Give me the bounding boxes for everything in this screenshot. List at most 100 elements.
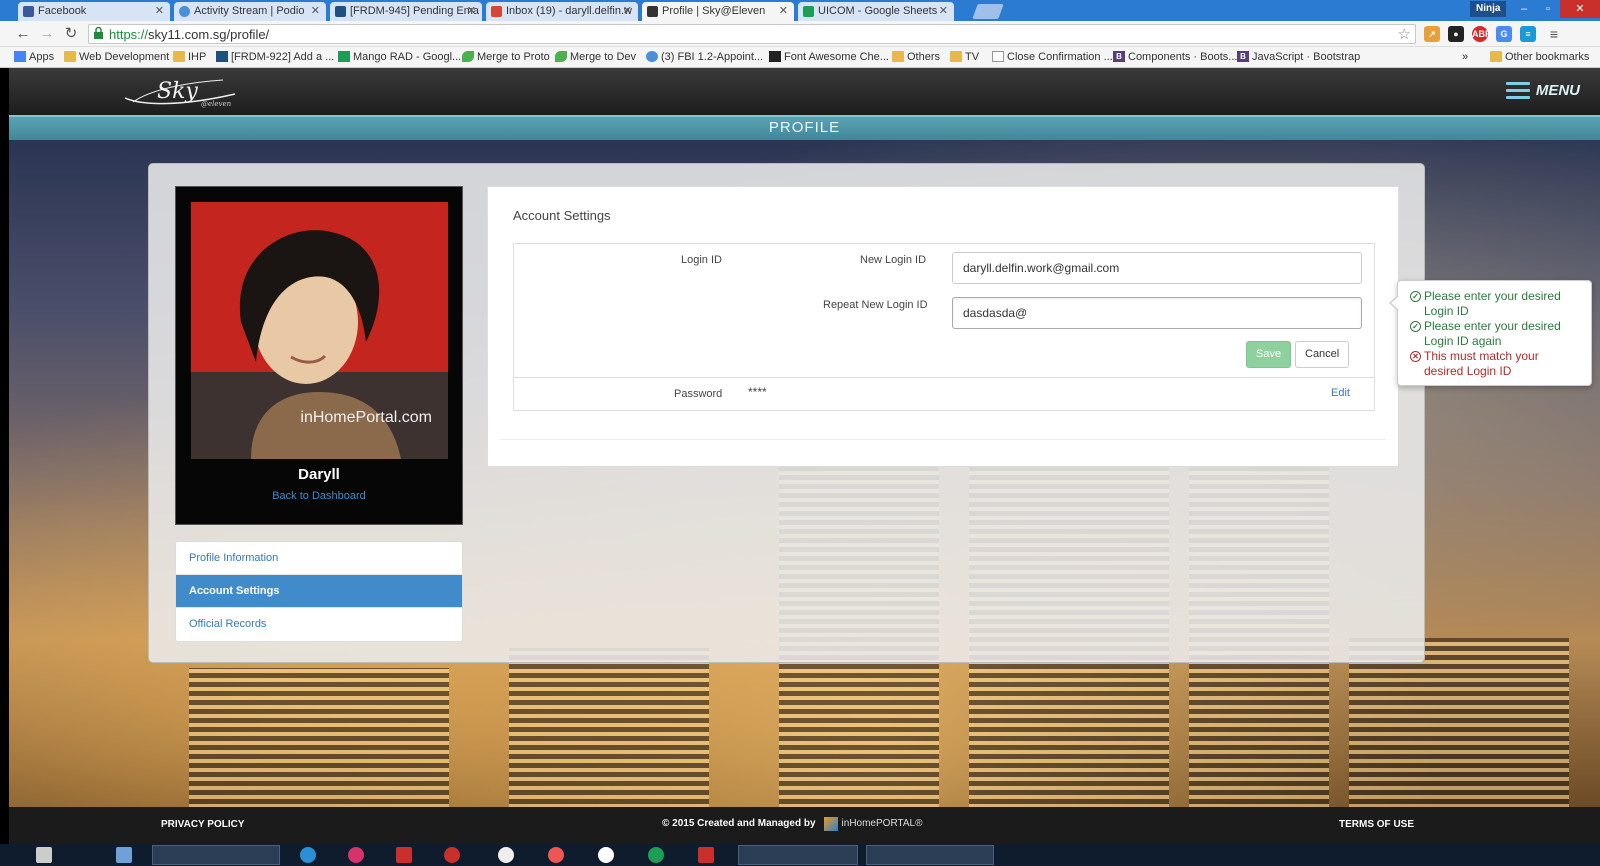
bookmark-merge-to-dev[interactable]: Merge to Dev: [555, 51, 636, 63]
close-icon[interactable]: ✕: [939, 2, 948, 21]
leaf-icon: [555, 51, 567, 62]
bookmark-font-awesome[interactable]: Font Awesome Che...: [769, 51, 889, 63]
bookmark-frdm-922[interactable]: [FRDM-922] Add a ...: [216, 51, 334, 63]
account-settings-title: Account Settings: [513, 208, 611, 223]
validation-item: ✕ This must match your desired Login ID: [1410, 349, 1581, 379]
back-arrow-icon[interactable]: ←: [14, 25, 32, 43]
avatar: inHomePortal.com: [191, 202, 448, 459]
tab-label: Inbox (19) - daryll.delfin.w: [506, 5, 632, 17]
app-icon[interactable]: [444, 847, 460, 863]
reload-icon[interactable]: ↻: [62, 25, 80, 43]
apps-icon: [14, 51, 26, 62]
window-close-icon[interactable]: ✕: [1560, 0, 1600, 18]
validation-item: ✓ Please enter your desired Login ID aga…: [1410, 319, 1581, 349]
edit-password-link[interactable]: Edit: [1331, 387, 1350, 399]
podio-icon: [179, 6, 190, 17]
save-button[interactable]: Save: [1246, 341, 1292, 368]
close-icon[interactable]: ✕: [623, 2, 632, 21]
app-icon[interactable]: [498, 847, 514, 863]
taskbar-window[interactable]: [738, 845, 858, 865]
new-login-id-input[interactable]: [952, 252, 1362, 284]
translate-icon[interactable]: G: [1496, 26, 1512, 42]
bootstrap-icon: B: [1113, 51, 1125, 62]
tab-podio[interactable]: Activity Stream | Podio ✕: [174, 2, 326, 21]
sheet-icon: [338, 51, 350, 62]
validation-popover: ✓ Please enter your desired Login ID ✓ P…: [1389, 280, 1592, 386]
maximize-icon[interactable]: ▫: [1536, 0, 1560, 18]
close-icon[interactable]: ✕: [779, 2, 788, 21]
extension-icon[interactable]: ↗: [1424, 26, 1440, 42]
tab-label: [FRDM-945] Pending Ema: [350, 5, 479, 17]
close-icon[interactable]: ✕: [467, 2, 476, 21]
footer-created-text: © 2015 Created and Managed by: [662, 818, 816, 829]
url-text: https://sky11.com.sg/profile/: [109, 27, 270, 42]
bookmark-tv[interactable]: TV: [950, 51, 979, 63]
close-icon[interactable]: ✕: [155, 2, 164, 21]
forward-arrow-icon[interactable]: →: [38, 25, 56, 43]
url-bar[interactable]: https://sky11.com.sg/profile/ ☆: [88, 24, 1416, 44]
side-nav-account-settings[interactable]: Account Settings: [176, 575, 462, 608]
start-icon[interactable]: [36, 847, 52, 863]
cancel-button[interactable]: Cancel: [1295, 341, 1350, 368]
tab-label: Profile | Sky@Eleven: [662, 5, 766, 17]
svg-text:Sky: Sky: [157, 79, 198, 104]
bookmark-javascript-bootstrap[interactable]: B JavaScript · Bootstrap: [1237, 51, 1360, 63]
bookmark-star-icon[interactable]: ☆: [1398, 25, 1411, 43]
privacy-policy-link[interactable]: PRIVACY POLICY: [161, 819, 245, 830]
row-divider: [514, 377, 1374, 378]
new-tab-button[interactable]: [972, 4, 1004, 19]
app-icon[interactable]: [548, 847, 564, 863]
tab-facebook[interactable]: Facebook ✕: [18, 2, 170, 21]
ie-icon[interactable]: [300, 847, 316, 863]
bookmarks-overflow[interactable]: »: [1462, 51, 1468, 63]
web-page: Sky @eleven MENU PROFILE inHomePortal.co…: [9, 68, 1600, 866]
terms-of-use-link[interactable]: TERMS OF USE: [1339, 819, 1414, 830]
bookmarks-bar: Apps Web Development IHP [FRDM-922] Add …: [0, 47, 1600, 68]
bookmark-others[interactable]: Others: [892, 51, 940, 63]
site-footer: PRIVACY POLICY © 2015 Created and Manage…: [9, 807, 1600, 844]
tab-gmail[interactable]: Inbox (19) - daryll.delfin.w ✕: [486, 2, 638, 21]
panel-divider: [500, 439, 1386, 440]
profile-badge[interactable]: Ninja: [1470, 1, 1507, 17]
back-to-dashboard-link[interactable]: Back to Dashboard: [176, 490, 462, 502]
bookmark-web-development[interactable]: Web Development: [64, 51, 169, 63]
incognito-icon[interactable]: ●: [1448, 26, 1464, 42]
bookmark-close-confirmation[interactable]: Close Confirmation ...: [992, 51, 1113, 63]
bookmark-other-bookmarks[interactable]: Other bookmarks: [1490, 51, 1589, 63]
inhomeportal-logo[interactable]: inHomePORTAL®: [823, 815, 922, 833]
bookmark-merge-to-proto[interactable]: Merge to Proto: [462, 51, 550, 63]
page-icon: [992, 51, 1004, 62]
sheet-icon: [803, 6, 814, 17]
repeat-login-id-input[interactable]: [952, 297, 1362, 329]
adblock-icon[interactable]: ABP: [1472, 26, 1491, 42]
taskbar-window[interactable]: [152, 845, 280, 865]
explorer-icon[interactable]: [116, 847, 132, 863]
close-icon[interactable]: ✕: [311, 2, 320, 21]
side-nav-profile-information[interactable]: Profile Information: [176, 542, 462, 575]
bookmark-mango-rad[interactable]: Mango RAD - Googl...: [338, 51, 461, 63]
sky-logo[interactable]: Sky @eleven: [123, 76, 241, 110]
password-label: Password: [674, 388, 723, 400]
bootstrap-icon: B: [1237, 51, 1249, 62]
app-icon[interactable]: [348, 847, 364, 863]
bookmark-apps[interactable]: Apps: [14, 51, 54, 63]
footer-credit: © 2015 Created and Managed by inHomePORT…: [662, 817, 922, 831]
bookmark-components[interactable]: B Components · Boots...: [1113, 51, 1237, 63]
tab-jira[interactable]: [FRDM-945] Pending Ema ✕: [330, 2, 482, 21]
tab-sheets[interactable]: UICOM - Google Sheets ✕: [798, 2, 954, 21]
extension-icon[interactable]: ≡: [1520, 26, 1536, 42]
app-icon[interactable]: [598, 847, 614, 863]
app-icon[interactable]: [648, 847, 664, 863]
menu-button[interactable]: MENU: [1505, 80, 1580, 102]
taskbar-window[interactable]: [866, 845, 994, 865]
app-icon[interactable]: [698, 847, 714, 863]
side-nav-official-records[interactable]: Official Records: [176, 608, 462, 641]
facebook-icon: [23, 6, 34, 17]
app-icon[interactable]: [396, 847, 412, 863]
chrome-menu-icon[interactable]: ≡: [1546, 26, 1562, 42]
minimize-icon[interactable]: –: [1512, 0, 1536, 18]
bookmark-fbi-appoint[interactable]: (3) FBI 1.2-Appoint...: [646, 51, 763, 63]
tab-label: UICOM - Google Sheets: [818, 5, 938, 17]
tab-profile[interactable]: Profile | Sky@Eleven ✕: [642, 2, 794, 21]
bookmark-ihp[interactable]: IHP: [173, 51, 206, 63]
